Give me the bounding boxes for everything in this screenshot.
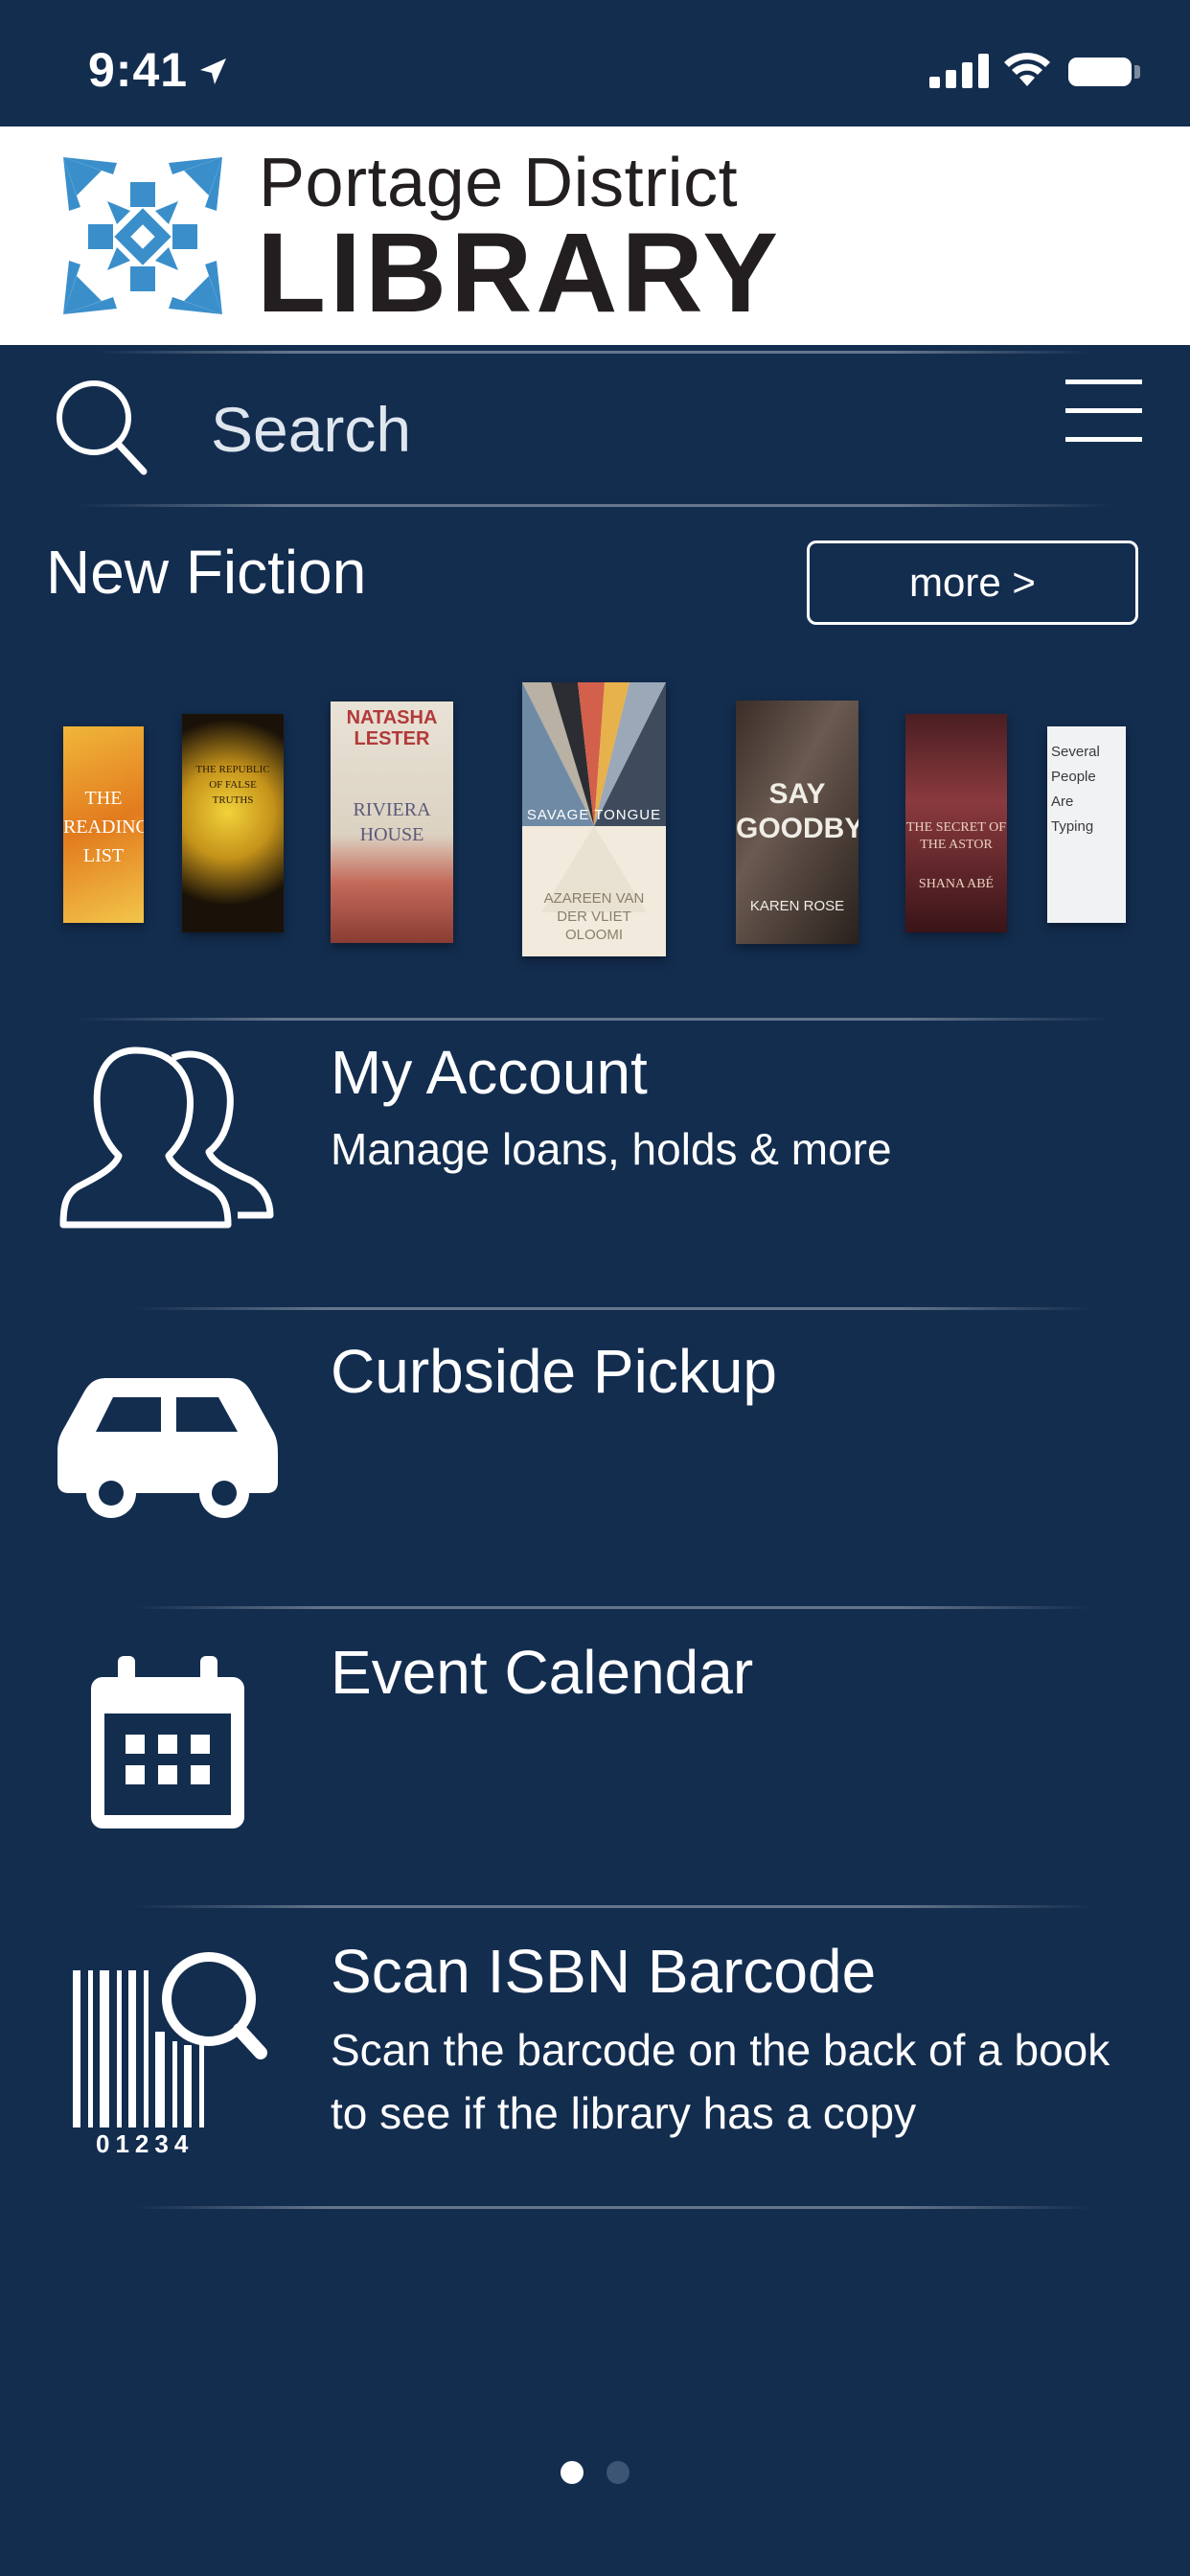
barcode-digits: 01234: [96, 2129, 194, 2156]
divider: [134, 1905, 1092, 1908]
wifi-icon: [1004, 53, 1050, 86]
search-input[interactable]: Search: [211, 393, 411, 466]
signal-icon: [929, 54, 989, 88]
curbside-pickup-title: Curbside Pickup: [331, 1337, 777, 1406]
book-cover[interactable]: SAY GOODBYE KAREN ROSE: [736, 701, 858, 944]
scan-isbn-title: Scan ISBN Barcode: [331, 1937, 877, 2006]
new-fiction-title: New Fiction: [46, 538, 367, 607]
book-cover[interactable]: Several People Are Typing: [1047, 726, 1126, 923]
search-bar[interactable]: Search: [0, 345, 1190, 506]
home-screen: 9:41 Portage District LIBRARY Search New…: [0, 0, 1190, 2576]
my-account-subtitle: Manage loans, holds & more: [331, 1124, 892, 1174]
hamburger-menu-icon[interactable]: [1065, 378, 1142, 445]
search-icon[interactable]: [54, 378, 149, 477]
calendar-icon: [91, 1656, 244, 1828]
my-account-title: My Account: [331, 1038, 648, 1107]
barcode-scan-icon: 01234: [73, 1952, 267, 2156]
library-header: Portage District LIBRARY: [0, 126, 1190, 345]
logo-line2: LIBRARY: [257, 210, 783, 336]
divider: [134, 2206, 1092, 2209]
more-button[interactable]: more >: [807, 540, 1138, 625]
status-time: 9:41: [88, 43, 189, 97]
event-calendar-title: Event Calendar: [331, 1638, 754, 1707]
book-cover[interactable]: THE REPUBLIC OF FALSE TRUTHS: [182, 714, 284, 932]
book-cover[interactable]: THE READING LIST: [63, 726, 144, 923]
book-cover[interactable]: SAVAGE TONGUE AZAREEN VAN DER VLIET OLOO…: [522, 682, 666, 956]
divider: [134, 1606, 1092, 1609]
account-icon: [59, 1046, 274, 1229]
page-dot-active[interactable]: [561, 2461, 584, 2484]
divider: [77, 1018, 1111, 1021]
divider: [77, 504, 1111, 507]
car-icon: [57, 1378, 278, 1518]
book-cover[interactable]: THE SECRET OF THE ASTOR SHANA ABÉ: [905, 714, 1007, 932]
page-dot[interactable]: [606, 2461, 629, 2484]
divider: [134, 1307, 1092, 1310]
book-cover[interactable]: NATASHA LESTER RIVIERA HOUSE: [331, 702, 453, 943]
library-logo-icon: [63, 157, 222, 314]
scan-isbn-subtitle: Scan the barcode on the back of a book t…: [331, 2025, 1110, 2138]
location-arrow-icon: [200, 58, 226, 84]
status-bar: 9:41: [0, 0, 1190, 126]
battery-tip: [1134, 65, 1140, 79]
battery-icon: [1068, 58, 1132, 86]
